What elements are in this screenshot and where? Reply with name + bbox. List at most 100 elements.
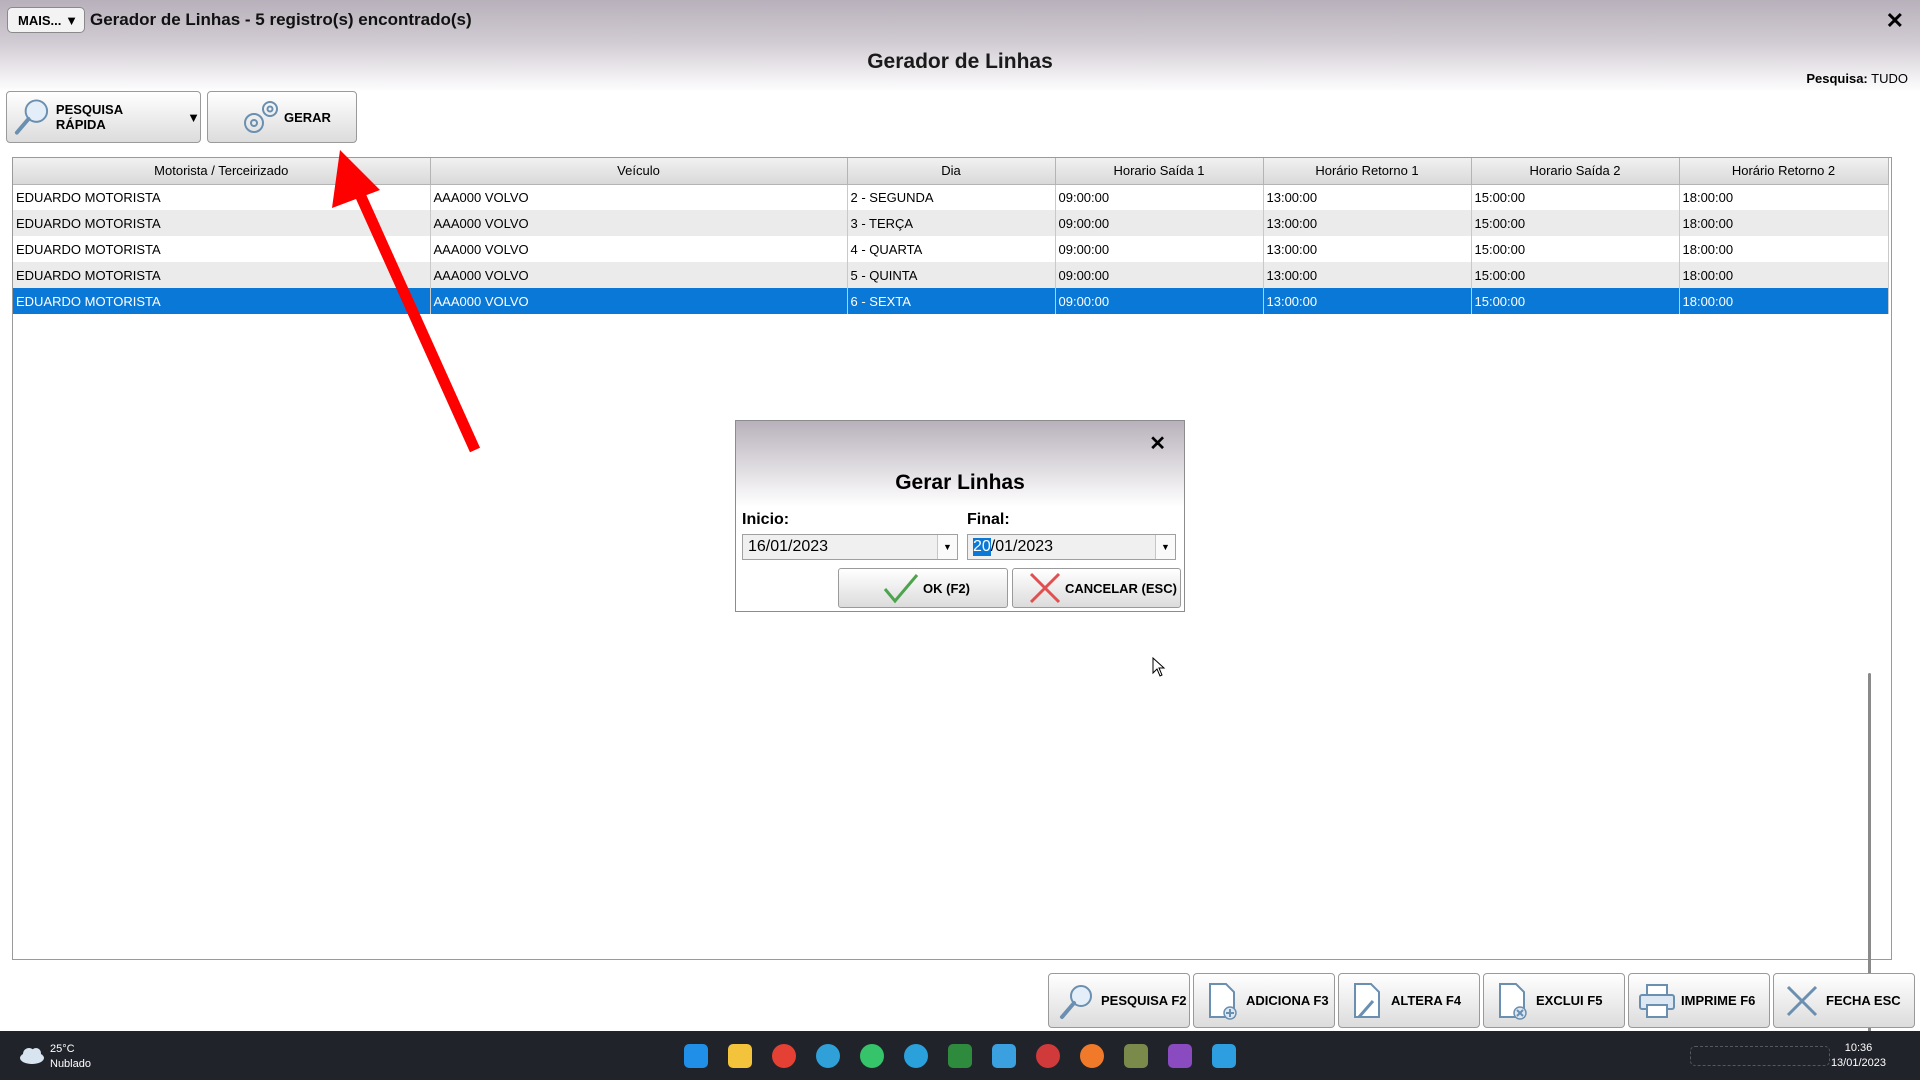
add-document-icon <box>1209 982 1237 1020</box>
table-cell: 2 - SEGUNDA <box>847 184 1056 210</box>
pesquisa-rapida-label: PESQUISA RÁPIDA <box>55 102 123 132</box>
temperature: 25°C <box>50 1043 75 1055</box>
close-icon <box>1786 985 1818 1016</box>
file-explorer-icon[interactable] <box>728 1044 752 1068</box>
app-icon[interactable] <box>1036 1044 1060 1068</box>
magnifier-icon <box>14 99 49 135</box>
final-label: Final: <box>967 511 1010 528</box>
table-cell: AAA000 VOLVO <box>430 236 848 262</box>
ok-label: OK (F2) <box>923 580 970 596</box>
table-cell: 13:00:00 <box>1263 288 1472 314</box>
edit-document-icon <box>1354 982 1380 1018</box>
table-cell: 18:00:00 <box>1679 262 1889 288</box>
magnifier-icon <box>1060 984 1092 1019</box>
active-app-icon[interactable] <box>1124 1044 1148 1068</box>
pesquisa-rapida-button[interactable]: PESQUISA RÁPIDA ▼ <box>6 91 201 143</box>
gerar-linhas-dialog: ✕ Gerar Linhas Inicio: Final: 16/01/2023… <box>735 420 1185 612</box>
pesquisa-value: TUDO <box>1871 71 1908 86</box>
column-header[interactable]: Veículo <box>430 158 848 185</box>
close-icon[interactable]: ✕ <box>1149 431 1166 456</box>
table-row-selected[interactable]: EDUARDO MOTORISTA AAA000 VOLVO 6 - SEXTA… <box>13 288 1889 314</box>
fecha-esc-label: FECHA ESC <box>1826 993 1901 1008</box>
column-header[interactable]: Dia <box>847 158 1056 185</box>
inicio-label: Inicio: <box>742 511 790 528</box>
mais-menu-button[interactable]: MAIS... ▼ <box>7 7 85 33</box>
spreadsheet-icon[interactable] <box>948 1044 972 1068</box>
column-header[interactable]: Horário Retorno 2 <box>1679 158 1889 185</box>
altera-f4-button[interactable]: ALTERA F4 <box>1338 973 1480 1028</box>
pesquisa-f2-label: PESQUISA F2 <box>1101 993 1187 1008</box>
exclui-f5-label: EXCLUI F5 <box>1536 993 1603 1008</box>
telegram-icon[interactable] <box>904 1044 928 1068</box>
weather-condition: Nublado <box>50 1058 91 1070</box>
pesquisa-indicator: Pesquisa: TUDO <box>1806 71 1908 86</box>
table-cell: 13:00:00 <box>1263 210 1472 236</box>
table-cell: AAA000 VOLVO <box>430 288 848 314</box>
table-row[interactable]: EDUARDO MOTORISTA AAA000 VOLVO 4 - QUART… <box>13 236 1889 262</box>
gerar-label: GERAR <box>284 109 331 125</box>
table-cell: AAA000 VOLVO <box>430 262 848 288</box>
final-date-field[interactable]: 20/01/2023 ▼ <box>967 534 1176 560</box>
clock[interactable]: 10:36 13/01/2023 <box>1831 1041 1886 1071</box>
table-cell: 18:00:00 <box>1679 288 1889 314</box>
chrome-icon[interactable] <box>772 1044 796 1068</box>
altera-f4-label: ALTERA F4 <box>1391 993 1462 1008</box>
dropdown-arrow-icon[interactable]: ▼ <box>937 535 957 559</box>
imprime-f6-button[interactable]: IMPRIME F6 <box>1628 973 1770 1028</box>
column-header[interactable]: Horario Saída 1 <box>1055 158 1264 185</box>
column-header[interactable]: Horário Retorno 1 <box>1263 158 1472 185</box>
table-cell: 09:00:00 <box>1055 288 1264 314</box>
table-cell: 18:00:00 <box>1679 210 1889 236</box>
gears-icon <box>244 101 278 133</box>
page-title: Gerador de Linhas <box>867 50 1053 73</box>
column-header[interactable]: Horario Saída 2 <box>1471 158 1680 185</box>
cancel-button[interactable]: CANCELAR (ESC) <box>1012 568 1181 608</box>
windows-start-icon[interactable] <box>684 1044 708 1068</box>
table-cell: 3 - TERÇA <box>847 210 1056 236</box>
dropdown-arrow-icon[interactable]: ▼ <box>1155 535 1175 559</box>
gerar-button[interactable]: GERAR <box>207 91 357 143</box>
imprime-f6-label: IMPRIME F6 <box>1681 993 1756 1008</box>
cancel-label: CANCELAR (ESC) <box>1065 580 1177 596</box>
table-cell: 09:00:00 <box>1055 210 1264 236</box>
edge-icon[interactable] <box>816 1044 840 1068</box>
inicio-date-field[interactable]: 16/01/2023 ▼ <box>742 534 958 560</box>
table-row[interactable]: EDUARDO MOTORISTA AAA000 VOLVO 3 - TERÇA… <box>13 210 1889 236</box>
table-cell: 18:00:00 <box>1679 184 1889 210</box>
delete-document-icon <box>1499 982 1527 1020</box>
app-icon[interactable] <box>1168 1044 1192 1068</box>
weather-widget[interactable]: 25°C Nublado <box>50 1042 91 1072</box>
red-arrow-annotation <box>332 150 481 453</box>
close-icon[interactable]: ✕ <box>1886 8 1904 34</box>
chevron-down-icon[interactable]: ▼ <box>187 110 200 125</box>
table-cell: 15:00:00 <box>1471 262 1680 288</box>
app-icon[interactable] <box>992 1044 1016 1068</box>
final-date-value: /01/2023 <box>990 538 1054 555</box>
clock-date: 13/01/2023 <box>1830 1057 1886 1069</box>
table-cell: AAA000 VOLVO <box>430 210 848 236</box>
table-cell: 4 - QUARTA <box>847 236 1056 262</box>
adiciona-f3-button[interactable]: ADICIONA F3 <box>1193 973 1335 1028</box>
mouse-cursor-icon <box>1152 657 1166 677</box>
whatsapp-icon[interactable] <box>860 1044 884 1068</box>
table-cell: 15:00:00 <box>1471 288 1680 314</box>
firefox-icon[interactable] <box>1080 1044 1104 1068</box>
fecha-esc-button[interactable]: FECHA ESC <box>1773 973 1915 1028</box>
pesquisa-label: Pesquisa: <box>1806 71 1868 86</box>
table-row[interactable]: EDUARDO MOTORISTA AAA000 VOLVO 5 - QUINT… <box>13 262 1889 288</box>
dialog-title: Gerar Linhas <box>895 471 1025 494</box>
system-tray-icons[interactable] <box>1690 1046 1830 1066</box>
table-cell: 09:00:00 <box>1055 262 1264 288</box>
ok-button[interactable]: OK (F2) <box>838 568 1008 608</box>
exclui-f5-button[interactable]: EXCLUI F5 <box>1483 973 1625 1028</box>
table-cell: 09:00:00 <box>1055 184 1264 210</box>
app-icon[interactable] <box>1212 1044 1236 1068</box>
pesquisa-f2-button[interactable]: PESQUISA F2 <box>1048 973 1190 1028</box>
cloud-icon <box>20 1048 44 1064</box>
table-cell: 13:00:00 <box>1263 262 1472 288</box>
window-title: Gerador de Linhas - 5 registro(s) encont… <box>90 10 472 29</box>
chevron-down-icon: ▼ <box>65 12 78 28</box>
table-row[interactable]: EDUARDO MOTORISTA AAA000 VOLVO 2 - SEGUN… <box>13 184 1889 210</box>
final-date-selected-text: 20 <box>973 538 991 556</box>
x-icon <box>1029 572 1061 604</box>
